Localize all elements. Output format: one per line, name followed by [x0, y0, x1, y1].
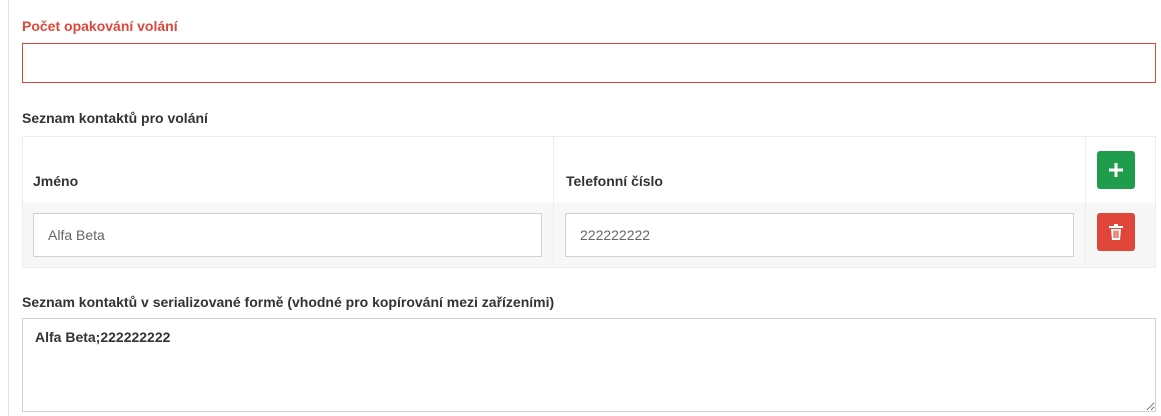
table-row: [23, 203, 1155, 267]
serialized-label: Seznam kontaktů v serializované formě (v…: [22, 294, 555, 310]
left-divider: [8, 0, 9, 416]
column-header-phone: Telefonní číslo: [566, 173, 663, 189]
trash-icon: [1109, 224, 1123, 240]
contact-phone-input[interactable]: [565, 213, 1074, 257]
contact-settings-form: Počet opakování volání Seznam kontaktů p…: [0, 0, 1161, 416]
column-divider: [553, 137, 554, 267]
retry-count-label: Počet opakování volání: [22, 18, 178, 34]
contacts-label: Seznam kontaktů pro volání: [22, 110, 208, 126]
retry-count-input[interactable]: [22, 43, 1156, 83]
delete-contact-button[interactable]: [1097, 213, 1135, 251]
contacts-table: Jméno Telefonní číslo: [22, 136, 1156, 268]
add-contact-button[interactable]: [1097, 151, 1135, 189]
plus-icon: [1109, 163, 1123, 177]
serialized-contacts-textarea[interactable]: Alfa Beta;222222222: [22, 318, 1156, 412]
contact-name-input[interactable]: [33, 213, 542, 257]
table-header-row: Jméno Telefonní číslo: [23, 137, 1155, 204]
column-divider: [1085, 137, 1086, 267]
column-header-name: Jméno: [33, 173, 79, 189]
